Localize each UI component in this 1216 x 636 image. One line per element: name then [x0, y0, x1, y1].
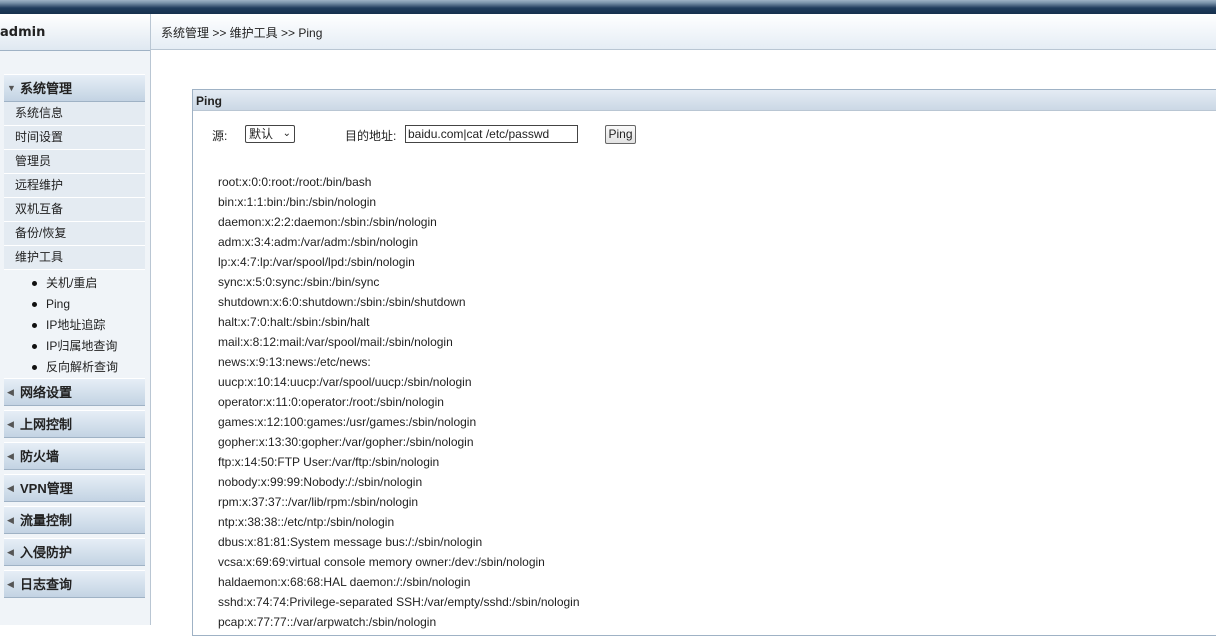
tool-item-ping[interactable]: Ping — [4, 294, 145, 315]
menu-group-label: 系统管理 — [20, 81, 73, 96]
output-line: dbus:x:81:81:System message bus:/:/sbin/… — [218, 535, 483, 549]
source-select[interactable]: 默认 ⌄ — [245, 125, 295, 143]
triangle-left-icon: ◀ — [7, 515, 14, 525]
sidebar: admin ▼ 系统管理 系统信息 时间设置 管理员 远程维护 双机互备 备份/… — [0, 14, 151, 625]
menu-group-internet-control[interactable]: ◀ 上网控制 — [4, 410, 145, 438]
output-line: root:x:0:0:root:/root:/bin/bash — [218, 175, 372, 189]
sidebar-item-time-settings[interactable]: 时间设置 — [4, 126, 145, 150]
triangle-left-icon: ◀ — [7, 483, 14, 493]
output-line: halt:x:7:0:halt:/sbin:/sbin/halt — [218, 315, 370, 329]
output-line: vcsa:x:69:69:virtual console memory owne… — [218, 555, 545, 569]
output-line: uucp:x:10:14:uucp:/var/spool/uucp:/sbin/… — [218, 375, 472, 389]
ping-panel: Ping 源: 默认 ⌄ 目的地址: baidu.com|cat /etc/pa… — [192, 89, 1216, 636]
sidebar-item-system-info[interactable]: 系统信息 — [4, 102, 145, 126]
triangle-left-icon: ◀ — [7, 547, 14, 557]
panel-title: Ping — [193, 90, 1216, 111]
output-line: shutdown:x:6:0:shutdown:/sbin:/sbin/shut… — [218, 295, 466, 309]
output-line: mail:x:8:12:mail:/var/spool/mail:/sbin/n… — [218, 335, 453, 349]
triangle-left-icon: ◀ — [7, 419, 14, 429]
menu-group-system[interactable]: ▼ 系统管理 — [4, 74, 145, 102]
menu-group-label: 入侵防护 — [20, 545, 73, 560]
menu-group-label: 日志查询 — [20, 577, 73, 592]
sidebar-item-backup-restore[interactable]: 备份/恢复 — [4, 222, 145, 246]
menu-group-traffic-control[interactable]: ◀ 流量控制 — [4, 506, 145, 534]
tool-item-ip-trace[interactable]: IP地址追踪 — [4, 315, 145, 336]
output-line: bin:x:1:1:bin:/bin:/sbin/nologin — [218, 195, 377, 209]
output-line: ftp:x:14:50:FTP User:/var/ftp:/sbin/nolo… — [218, 455, 440, 469]
tool-item-shutdown-reboot[interactable]: 关机/重启 — [4, 273, 145, 294]
sidebar-item-dual-backup[interactable]: 双机互备 — [4, 198, 145, 222]
sidebar-menu: ▼ 系统管理 系统信息 时间设置 管理员 远程维护 双机互备 备份/恢复 维护工… — [4, 74, 145, 602]
output-line: games:x:12:100:games:/usr/games:/sbin/no… — [218, 415, 477, 429]
menu-group-network[interactable]: ◀ 网络设置 — [4, 378, 145, 406]
output-line: lp:x:4:7:lp:/var/spool/lpd:/sbin/nologin — [218, 255, 415, 269]
ping-form: 源: 默认 ⌄ 目的地址: baidu.com|cat /etc/passwd … — [193, 125, 1216, 145]
ping-button[interactable]: Ping — [605, 125, 636, 144]
maintenance-tools-list: 关机/重启 Ping IP地址追踪 IP归属地查询 反向解析查询 — [4, 270, 145, 378]
menu-group-intrusion-prevention[interactable]: ◀ 入侵防护 — [4, 538, 145, 566]
menu-group-log-query[interactable]: ◀ 日志查询 — [4, 570, 145, 598]
menu-group-label: 上网控制 — [20, 417, 73, 432]
triangle-left-icon: ◀ — [7, 451, 14, 461]
ping-output: root:x:0:0:root:/root:/bin/bash bin:x:1:1… — [218, 172, 580, 632]
menu-group-label: 防火墙 — [20, 449, 60, 464]
menu-group-vpn[interactable]: ◀ VPN管理 — [4, 474, 145, 502]
sidebar-item-maintenance-tools[interactable]: 维护工具 — [4, 246, 145, 270]
sidebar-item-remote-maintenance[interactable]: 远程维护 — [4, 174, 145, 198]
output-line: ntp:x:38:38::/etc/ntp:/sbin/nologin — [218, 515, 395, 529]
triangle-down-icon: ▼ — [7, 83, 16, 93]
triangle-left-icon: ◀ — [7, 579, 14, 589]
triangle-left-icon: ◀ — [7, 387, 14, 397]
output-line: nobody:x:99:99:Nobody:/:/sbin/nologin — [218, 475, 423, 489]
source-select-value: 默认 — [249, 127, 274, 141]
menu-group-label: VPN管理 — [20, 481, 73, 496]
menu-group-label: 网络设置 — [20, 385, 73, 400]
output-line: pcap:x:77:77::/var/arpwatch:/sbin/nologi… — [218, 615, 437, 629]
chevron-down-icon: ⌄ — [282, 128, 291, 139]
tool-item-reverse-lookup[interactable]: 反向解析查询 — [4, 357, 145, 378]
sidebar-item-admins[interactable]: 管理员 — [4, 150, 145, 174]
output-line: gopher:x:13:30:gopher:/var/gopher:/sbin/… — [218, 435, 474, 449]
menu-group-label: 流量控制 — [20, 513, 73, 528]
output-line: daemon:x:2:2:daemon:/sbin:/sbin/nologin — [218, 215, 437, 229]
current-user: admin — [0, 14, 150, 51]
destination-label: 目的地址: — [345, 129, 397, 143]
destination-input[interactable]: baidu.com|cat /etc/passwd — [405, 125, 578, 143]
output-line: sync:x:5:0:sync:/sbin:/bin/sync — [218, 275, 380, 289]
top-banner — [0, 0, 1216, 14]
source-label: 源: — [212, 129, 228, 143]
output-line: haldaemon:x:68:68:HAL daemon:/:/sbin/nol… — [218, 575, 471, 589]
output-line: operator:x:11:0:operator:/root:/sbin/nol… — [218, 395, 444, 409]
output-line: adm:x:3:4:adm:/var/adm:/sbin/nologin — [218, 235, 419, 249]
breadcrumb: 系统管理 >> 维护工具 >> Ping — [151, 14, 1216, 50]
output-line: news:x:9:13:news:/etc/news: — [218, 355, 371, 369]
output-line: rpm:x:37:37::/var/lib/rpm:/sbin/nologin — [218, 495, 419, 509]
tool-item-ip-location[interactable]: IP归属地查询 — [4, 336, 145, 357]
menu-group-firewall[interactable]: ◀ 防火墙 — [4, 442, 145, 470]
output-line: sshd:x:74:74:Privilege-separated SSH:/va… — [218, 595, 580, 609]
